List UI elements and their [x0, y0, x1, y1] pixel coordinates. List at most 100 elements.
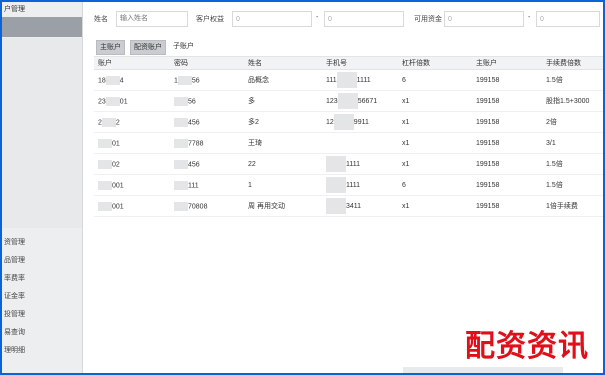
rights-filter-label: 客户权益	[196, 16, 224, 23]
password-cell: 111	[170, 174, 244, 196]
account-cell: 001	[94, 174, 170, 196]
watermark-logo: 配资资讯	[465, 329, 589, 364]
name-cell: 1	[244, 174, 322, 196]
redaction	[326, 156, 346, 172]
fee-multiple-cell: 1.5倍	[542, 153, 603, 175]
tab-sub-account[interactable]: 子账户	[170, 40, 197, 53]
redaction	[177, 75, 192, 85]
column-header-phone[interactable]: 手机号	[322, 56, 398, 70]
leverage-cell: 6	[398, 69, 472, 91]
account-cell: 23 01	[94, 90, 170, 112]
sidebar: 户管理 资管理 品管理 率费率 证金率 投管理 易查询 理明细	[2, 2, 83, 373]
name-cell: 多	[244, 90, 322, 112]
redaction	[174, 138, 188, 148]
column-header-leverage[interactable]: 杠杆倍数	[398, 56, 472, 70]
fee-multiple-cell: 1倍手续费	[542, 195, 603, 217]
sidebar-item-7[interactable]: 理明细	[4, 342, 80, 360]
name-filter-label: 姓名	[94, 16, 108, 23]
fee-multiple-cell: 股指1.5+3000	[542, 90, 603, 112]
redaction	[174, 117, 188, 127]
funds-range-separator: -	[528, 14, 531, 21]
accounts-table: 账户 密码 姓名 手机号 杠杆倍数 主账户 手续费倍数 18 4 1 56 品概念 …	[94, 56, 603, 217]
fee-multiple-cell: 1.5倍	[542, 174, 603, 196]
main-account-cell: 199158	[472, 153, 542, 175]
sidebar-item-3[interactable]: 率费率	[4, 270, 80, 288]
funds-max-input[interactable]: 0	[536, 11, 600, 27]
table-header-row: 账户 密码 姓名 手机号 杠杆倍数 主账户 手续费倍数	[94, 56, 603, 70]
leverage-cell: 6	[398, 174, 472, 196]
table-row[interactable]: 001 111 1 1111 6 199158 1.5倍	[94, 174, 603, 196]
account-cell: 18 4	[94, 69, 170, 91]
sidebar-item-2[interactable]: 品管理	[4, 252, 80, 270]
main-account-cell: 199158	[472, 69, 542, 91]
tab-main-account[interactable]: 主账户	[96, 40, 125, 55]
redaction	[326, 177, 346, 193]
redaction	[333, 114, 354, 130]
redaction	[98, 180, 112, 190]
name-filter-input[interactable]	[116, 11, 188, 27]
sidebar-item-6[interactable]: 易查询	[4, 324, 80, 342]
redaction	[337, 93, 358, 109]
password-cell: 70808	[170, 195, 244, 217]
redaction	[105, 75, 120, 85]
phone-cell: 1111	[322, 153, 398, 175]
phone-cell: 123 56671	[322, 90, 398, 112]
sidebar-item-1[interactable]: 资管理	[4, 234, 80, 252]
leverage-cell: x1	[398, 132, 472, 154]
main-account-cell: 199158	[472, 174, 542, 196]
funds-min-input[interactable]: 0	[444, 11, 524, 27]
leverage-cell: x1	[398, 195, 472, 217]
column-header-name[interactable]: 姓名	[244, 56, 322, 70]
account-cell: 22	[94, 111, 170, 133]
password-cell: 456	[170, 111, 244, 133]
password-cell: 7788	[170, 132, 244, 154]
rights-range-separator: -	[316, 14, 319, 21]
app-window: 户管理 资管理 品管理 率费率 证金率 投管理 易查询 理明细 姓名 客户权益 …	[2, 2, 603, 373]
sidebar-submenu-area	[2, 38, 82, 228]
table-row[interactable]: 18 4 1 56 品概念 111 1111 6 199158 1.5倍	[94, 69, 603, 91]
sidebar-item-5[interactable]: 投管理	[4, 306, 80, 324]
account-cell: 01	[94, 132, 170, 154]
fee-multiple-cell: 3/1	[542, 132, 603, 154]
column-header-account[interactable]: 账户	[94, 56, 170, 70]
leverage-cell: x1	[398, 111, 472, 133]
sidebar-menu: 资管理 品管理 率费率 证金率 投管理 易查询 理明细	[4, 234, 80, 360]
name-cell: 周 再用交动	[244, 195, 322, 217]
phone-cell: 12 9911	[322, 111, 398, 133]
fee-multiple-cell: 2倍	[542, 111, 603, 133]
table-row[interactable]: 22 456 多2 12 9911 x1 199158 2倍	[94, 111, 603, 133]
redaction	[336, 72, 357, 88]
account-cell: 001	[94, 195, 170, 217]
column-header-fee-multiple[interactable]: 手续费倍数	[542, 56, 603, 70]
sidebar-item-active[interactable]	[2, 17, 82, 37]
redaction	[98, 159, 112, 169]
sidebar-section-title: 户管理	[4, 6, 25, 13]
password-cell: 56	[170, 90, 244, 112]
name-cell: 王琦	[244, 132, 322, 154]
table-row[interactable]: 01 7788 王琦 x1 199158 3/1	[94, 132, 603, 154]
redaction	[101, 117, 116, 127]
table-row[interactable]: 02 456 22 1111 x1 199158 1.5倍	[94, 153, 603, 175]
main-account-cell: 199158	[472, 195, 542, 217]
main-account-cell: 199158	[472, 132, 542, 154]
phone-cell	[322, 132, 398, 154]
column-header-main-account[interactable]: 主账户	[472, 56, 542, 70]
column-header-password[interactable]: 密码	[170, 56, 244, 70]
password-cell: 456	[170, 153, 244, 175]
name-cell: 多2	[244, 111, 322, 133]
redaction	[174, 201, 188, 211]
rights-max-input[interactable]: 0	[324, 11, 404, 27]
sidebar-item-4[interactable]: 证金率	[4, 288, 80, 306]
footer-blur	[403, 367, 563, 373]
name-cell: 品概念	[244, 69, 322, 91]
tab-margin-account[interactable]: 配资账户	[130, 40, 166, 55]
phone-cell: 3411	[322, 195, 398, 217]
password-cell: 1 56	[170, 69, 244, 91]
redaction	[174, 180, 188, 190]
redaction	[326, 198, 346, 214]
table-row[interactable]: 001 70808 周 再用交动 3411 x1 199158 1倍手续费	[94, 195, 603, 217]
rights-min-input[interactable]: 0	[232, 11, 312, 27]
table-row[interactable]: 23 01 56 多 123 56671 x1 199158 股指1.5+3000	[94, 90, 603, 112]
fee-multiple-cell: 1.5倍	[542, 69, 603, 91]
redaction	[174, 96, 188, 106]
